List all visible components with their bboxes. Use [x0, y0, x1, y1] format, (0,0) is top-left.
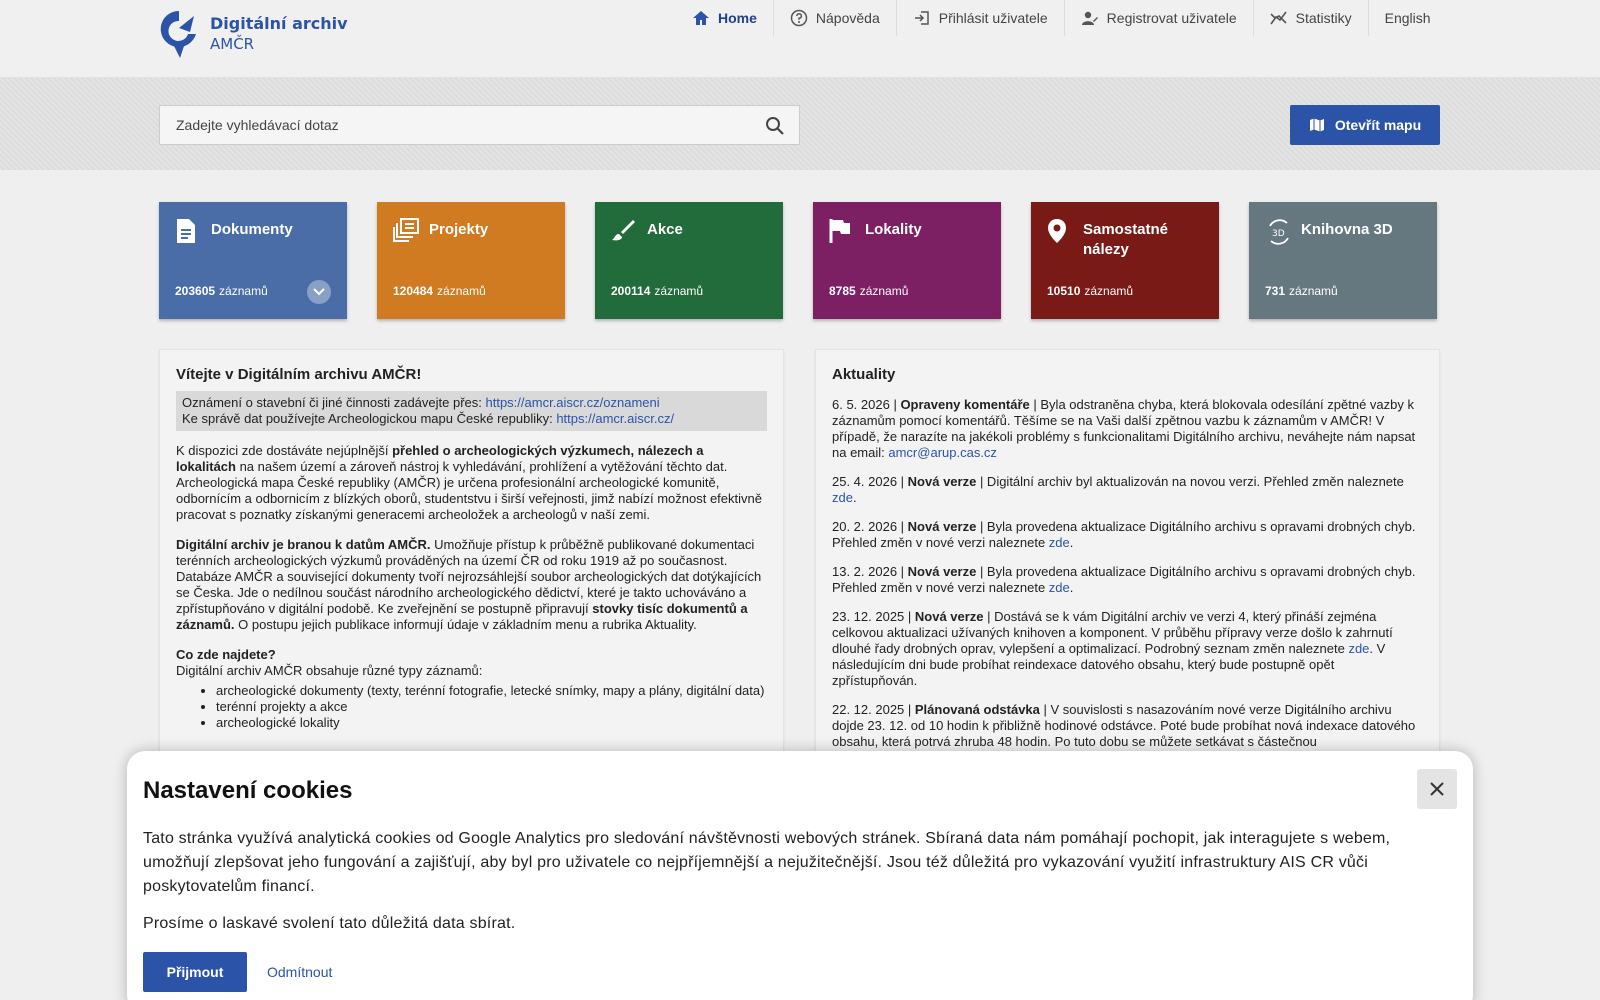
cookie-title: Nastavení cookies [143, 777, 353, 804]
changelog-link[interactable]: zde [1049, 580, 1070, 595]
tile-lokality[interactable]: Lokality 8785 záznamů [813, 202, 1001, 319]
news-title: Aktuality [832, 366, 896, 383]
nav-stats-label: Statistiky [1295, 10, 1352, 26]
news-item: 22. 12. 2025 | Plánovaná odstávka | V so… [832, 702, 1416, 749]
logo[interactable]: Digitální archiv AMČR [158, 8, 348, 60]
tile-knihovna-3d[interactable]: 3D Knihovna 3D 731 záznamů [1249, 202, 1437, 319]
cookie-text: Tato stránka využívá analytická cookies … [143, 830, 1391, 895]
tile-count: 8785 záznamů [829, 284, 909, 298]
tile-title: Lokality [865, 221, 922, 238]
document-icon [177, 219, 195, 243]
nav-login[interactable]: Přihlásit uživatele [895, 0, 1064, 36]
3d-rotation-icon: 3D [1269, 219, 1289, 245]
tile-count: 200114 záznamů [611, 284, 704, 298]
tile-count: 203605 záznamů [175, 284, 268, 298]
oznameni-link[interactable]: https://amcr.aiscr.cz/oznameni [486, 395, 660, 410]
stats-icon [1269, 11, 1287, 25]
list-item: archeologické dokumenty (texty, terénní … [216, 683, 767, 699]
nav-home[interactable]: Home [680, 0, 773, 36]
contents-text: Digitální archiv AMČR obsahuje různé typ… [176, 663, 483, 678]
tile-title: Projekty [429, 221, 489, 238]
tile-title: Dokumenty [211, 221, 293, 238]
open-map-button[interactable]: Otevřít mapu [1290, 105, 1440, 145]
search-box [159, 105, 800, 145]
welcome-panel: Vítejte v Digitálním archivu AMČR! Oznám… [159, 349, 784, 769]
tile-title: Samostatné nálezy [1083, 221, 1169, 258]
nav-register[interactable]: Registrovat uživatele [1063, 0, 1253, 36]
nav-english-label: English [1384, 10, 1431, 26]
cookie-ask: Prosíme o laskavé svolení tato důležitá … [143, 915, 516, 932]
chevron-down-icon [313, 288, 325, 296]
changelog-link[interactable]: zde [832, 490, 853, 505]
tile-count: 731 záznamů [1265, 284, 1338, 298]
nav-help-label: Nápověda [815, 10, 880, 26]
news-item: 23. 12. 2025 | Nová verze | Dostává se k… [832, 609, 1393, 688]
notice-text: Oznámení o stavební či jiné činnosti zad… [182, 395, 486, 410]
nav-login-label: Přihlásit uživatele [938, 10, 1048, 26]
contents-section: Co zde najdete? Digitální archiv AMČR ob… [176, 647, 767, 731]
welcome-title: Vítejte v Digitálním archivu AMČR! [176, 366, 422, 383]
accept-button[interactable]: Přijmout [143, 952, 247, 992]
tile-projekty[interactable]: Projekty 120484 záznamů [377, 202, 565, 319]
help-icon [790, 9, 808, 27]
decline-button[interactable]: Odmítnout [267, 964, 332, 980]
nav-stats[interactable]: Statistiky [1252, 0, 1368, 36]
top-nav: Home Nápověda Přihlásit uživatele Regist… [680, 0, 1447, 36]
tile-samostatne-nalezy[interactable]: Samostatné nálezy 10510 záznamů [1031, 202, 1219, 319]
location-pin-icon [1048, 219, 1066, 243]
tile-title: Akce [647, 221, 683, 238]
news-item: 20. 2. 2026 | Nová verze | Byla proveden… [832, 519, 1416, 550]
email-link[interactable]: amcr@arup.cas.cz [888, 445, 997, 460]
register-icon [1081, 11, 1098, 25]
close-icon [1430, 782, 1444, 796]
logo-subtitle: AMČR [210, 35, 255, 53]
contents-list: archeologické dokumenty (texty, terénní … [176, 683, 767, 731]
cookie-close-button[interactable] [1417, 769, 1457, 809]
contents-title: Co zde najdete? [176, 647, 276, 662]
map-icon [1309, 118, 1324, 132]
nav-english[interactable]: English [1367, 0, 1447, 36]
nav-help[interactable]: Nápověda [772, 0, 896, 36]
search-icon[interactable] [765, 116, 785, 136]
archive-paragraph: Digitální archiv je branou k datům AMČR.… [176, 537, 762, 632]
tile-dokumenty[interactable]: Dokumenty 203605 záznamů [159, 202, 347, 319]
brush-icon [612, 220, 635, 241]
nav-home-label: Home [718, 10, 757, 26]
news-item: 25. 4. 2026 | Nová verze | Digitální arc… [832, 474, 1404, 505]
svg-text:3D: 3D [1272, 229, 1285, 239]
nav-register-label: Registrovat uživatele [1106, 10, 1237, 26]
intro-paragraph: K dispozici zde dostáváte nejúplnější př… [176, 443, 762, 522]
logo-title: Digitální archiv [210, 14, 348, 33]
projects-icon [393, 218, 419, 242]
tile-expand-button[interactable] [307, 280, 331, 304]
list-item: archeologické lokality [216, 715, 767, 731]
search-input[interactable] [160, 106, 720, 144]
open-map-label: Otevřít mapu [1334, 117, 1422, 133]
tile-akce[interactable]: Akce 200114 záznamů [595, 202, 783, 319]
news-panel: Aktuality 6. 5. 2026 | Opraveny komentář… [815, 349, 1440, 769]
changelog-link[interactable]: zde [1348, 641, 1369, 656]
tile-title: Knihovna 3D [1301, 221, 1393, 238]
flag-icon [829, 219, 850, 243]
cookie-actions: Přijmout Odmítnout [143, 952, 332, 992]
home-icon [693, 11, 709, 25]
cookie-dialog: Nastavení cookies Tato stránka využívá a… [127, 751, 1473, 1000]
news-item: 6. 5. 2026 | Opraveny komentáře | Byla o… [832, 397, 1416, 460]
login-icon [914, 11, 929, 25]
notice-text: Ke správě dat používejte Archeologickou … [182, 411, 557, 426]
notice-box: Oznámení o stavební či jiné činnosti zad… [176, 391, 767, 431]
amcr-link[interactable]: https://amcr.aiscr.cz/ [556, 411, 674, 426]
header: Digitální archiv AMČR Home Nápověda Přih… [0, 0, 1600, 78]
amcr-logo-icon [160, 10, 196, 58]
news-item: 13. 2. 2026 | Nová verze | Byla proveden… [832, 564, 1416, 595]
list-item: terénní projekty a akce [216, 699, 767, 715]
tile-count: 120484 záznamů [393, 284, 486, 298]
tile-count: 10510 záznamů [1047, 284, 1134, 298]
changelog-link[interactable]: zde [1049, 535, 1070, 550]
